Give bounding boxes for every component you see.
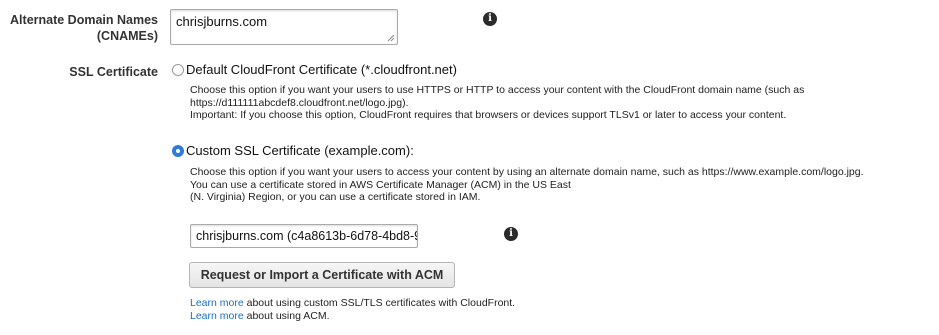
custom-cert-label[interactable]: Custom SSL Certificate (example.com): xyxy=(186,143,414,159)
learn-more-block: Learn more about using custom SSL/TLS ce… xyxy=(190,297,515,322)
custom-cert-radio[interactable] xyxy=(172,145,184,157)
learn-more-line-2: Learn more about using ACM. xyxy=(190,310,515,323)
learn-more-line-1: Learn more about using custom SSL/TLS ce… xyxy=(190,297,515,310)
certificate-value: chrisjburns.com (c4a8613b-6d78-4bd8-9 xyxy=(196,229,418,243)
default-desc-line-1: Choose this option if you want your user… xyxy=(190,84,805,96)
cnames-label: Alternate Domain Names (CNAMEs) xyxy=(10,12,158,44)
default-desc-line-3: Important: If you choose this option, Cl… xyxy=(190,109,787,121)
learn-more-acm-link[interactable]: Learn more xyxy=(190,310,244,322)
learn-more-ssl-text: about using custom SSL/TLS certificates … xyxy=(243,297,516,309)
ssl-certificate-label: SSL Certificate xyxy=(69,65,158,79)
custom-desc-line-1: Choose this option if you want your user… xyxy=(190,166,864,178)
learn-more-acm-text: about using ACM. xyxy=(243,309,330,322)
custom-desc-line-3: (N. Virginia) Region, or you can use a c… xyxy=(190,191,481,203)
request-import-acm-button[interactable]: Request or Import a Certificate with ACM xyxy=(189,262,455,288)
default-desc-line-2: https://d111111abcdef8.cloudfront.net/lo… xyxy=(190,96,409,109)
cnames-info-icon[interactable]: i xyxy=(483,12,497,26)
certificate-info-icon[interactable]: i xyxy=(504,227,518,241)
learn-more-ssl-link[interactable]: Learn more xyxy=(190,297,244,309)
cnames-label-line2: (CNAMEs) xyxy=(96,29,158,43)
custom-desc-line-2: You can use a certificate stored in AWS … xyxy=(190,178,571,191)
cnames-textarea[interactable]: chrisjburns.com xyxy=(170,9,398,45)
resize-handle-icon[interactable] xyxy=(387,34,395,42)
certificate-select-input[interactable]: chrisjburns.com (c4a8613b-6d78-4bd8-9 xyxy=(190,224,418,248)
default-cert-radio[interactable] xyxy=(172,64,184,76)
cnames-label-line1: Alternate Domain Names xyxy=(10,13,158,27)
default-cert-description: Choose this option if you want your user… xyxy=(190,84,804,122)
custom-cert-description: Choose this option if you want your user… xyxy=(190,166,864,204)
cnames-value: chrisjburns.com xyxy=(176,14,268,29)
default-cert-label[interactable]: Default CloudFront Certificate (*.cloudf… xyxy=(186,62,457,78)
